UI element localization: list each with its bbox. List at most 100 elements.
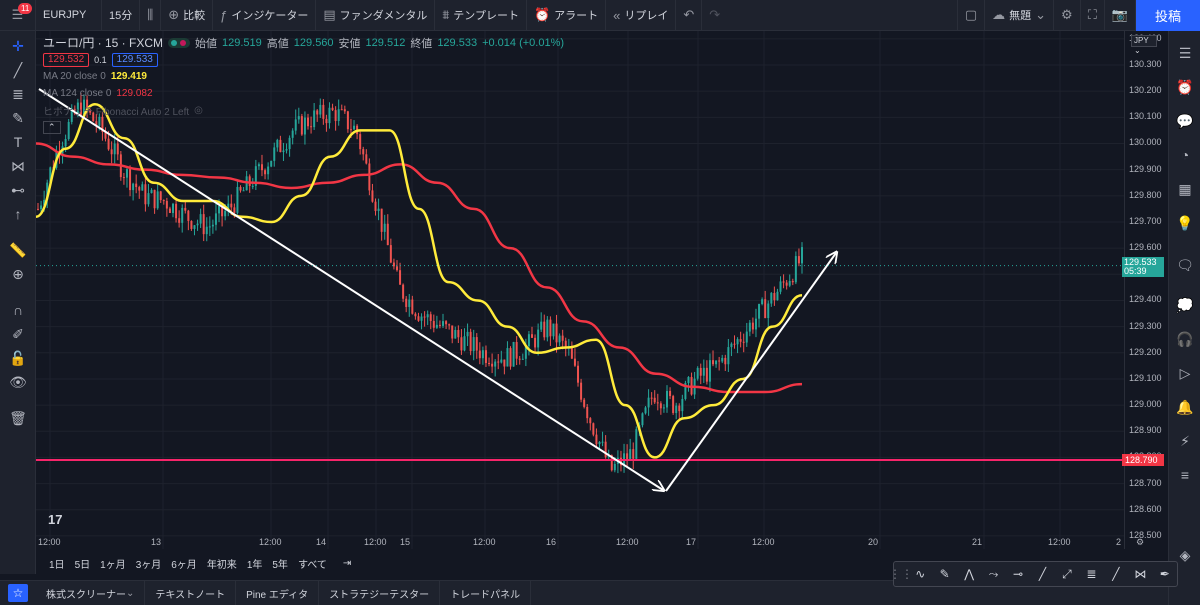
indicators-button[interactable]: ƒ インジケーター: [213, 0, 317, 31]
extended-line-icon[interactable]: ⤢: [1055, 562, 1079, 586]
redo-button[interactable]: ↷: [702, 0, 727, 31]
bottom-tab[interactable]: 株式スクリーナー ⌄: [36, 580, 146, 605]
range-5[interactable]: 年初来: [207, 556, 237, 571]
range-0[interactable]: 1日: [49, 556, 65, 571]
head-shoulders-icon[interactable]: ⋀: [957, 562, 981, 586]
bottom-tab[interactable]: テキストノート: [145, 580, 237, 605]
line-tool-icon[interactable]: ╱: [1104, 562, 1128, 586]
undo-button[interactable]: ↶: [676, 0, 703, 31]
candle-body: [791, 280, 794, 283]
fib-channel-icon[interactable]: ≣: [1079, 562, 1103, 586]
tradingview-logo[interactable]: 17: [48, 512, 62, 527]
buy-button[interactable]: 129.533: [111, 52, 158, 67]
brush-tool-icon[interactable]: ✎: [932, 562, 956, 586]
trend-line-icon[interactable]: ╱: [0, 59, 36, 81]
watchlist-icon[interactable]: ☰: [1169, 41, 1200, 65]
bottom-tab[interactable]: ストラテジーテスター: [319, 580, 441, 605]
data-window-icon[interactable]: ◔: [1169, 143, 1200, 167]
ray-icon[interactable]: ╱: [1030, 562, 1054, 586]
price-tick: 129.600: [1129, 242, 1162, 253]
play-icon[interactable]: ▷: [1169, 361, 1200, 385]
range-1[interactable]: 5日: [75, 556, 91, 571]
elliott-wave-icon[interactable]: ∿: [908, 562, 932, 586]
ma124-legend[interactable]: MA 124 close 0 129.082: [43, 85, 564, 102]
prediction-icon[interactable]: ⊷: [0, 179, 36, 201]
notifications-icon[interactable]: 🔔: [1169, 395, 1200, 419]
drag-handle-icon[interactable]: ⋮⋮: [889, 562, 913, 586]
lock-icon[interactable]: 🔓: [0, 347, 36, 369]
post-button[interactable]: 投稿: [1136, 0, 1200, 31]
horizontal-ray-icon[interactable]: ⊸: [1006, 562, 1030, 586]
object-tree-icon[interactable]: ≡: [1169, 463, 1200, 487]
trash-icon[interactable]: 🗑: [0, 407, 36, 429]
price-axis[interactable]: 130.400130.300130.200130.100130.000129.9…: [1124, 31, 1168, 549]
magnet-icon[interactable]: ∩: [0, 299, 36, 321]
chats-icon[interactable]: 💭: [1169, 293, 1200, 317]
time-axis[interactable]: 12:00 13 12:00 14 12:00 15 12:00 16 12:00 17 12:00…: [36, 535, 1144, 549]
symbol-title[interactable]: ユーロ/円 · 15 · FXCM: [43, 34, 163, 51]
sell-button[interactable]: 129.532: [43, 52, 90, 67]
snapshot-button[interactable]: 📷: [1105, 0, 1136, 31]
range-4[interactable]: 6ヶ月: [171, 556, 197, 571]
candle-body: [236, 186, 239, 213]
menu-button[interactable]: ☰ 11: [0, 0, 36, 31]
fib-retracement-icon[interactable]: ≣: [0, 83, 36, 105]
candle-body: [497, 361, 500, 363]
candle-body: [506, 348, 509, 367]
fullscreen-button[interactable]: ⛶: [1081, 0, 1105, 31]
alerts-icon[interactable]: ⏰: [1169, 75, 1200, 99]
range-7[interactable]: 5年: [272, 556, 288, 571]
arrow-up-icon[interactable]: ↑: [0, 203, 36, 225]
layout-button[interactable]: ▢: [956, 0, 986, 31]
templates-button[interactable]: ⩩ テンプレート: [435, 0, 527, 31]
pen-icon[interactable]: ✒: [1153, 562, 1177, 586]
ideas-icon[interactable]: 💡: [1169, 211, 1200, 235]
path-icon[interactable]: ⤳: [981, 562, 1005, 586]
settings-button[interactable]: ⚙: [1054, 0, 1081, 31]
compare-button[interactable]: ⊕ 比較: [161, 0, 214, 31]
xabcd-icon[interactable]: ⋈: [1128, 562, 1152, 586]
hidden-eye-icon[interactable]: ◎: [194, 105, 203, 116]
fib-legend[interactable]: ヒボナッチ Fibonacci Auto 2 Left ◎: [43, 102, 564, 119]
streams-icon[interactable]: 🎧: [1169, 327, 1200, 351]
symbol-search-button[interactable]: EURJPY: [36, 0, 102, 31]
favorites-button[interactable]: ☆: [0, 584, 36, 602]
crosshair-icon[interactable]: ✛: [0, 35, 36, 57]
range-3[interactable]: 3ヶ月: [136, 556, 162, 571]
candle-body: [150, 189, 153, 194]
range-2[interactable]: 1ヶ月: [100, 556, 126, 571]
currency-select[interactable]: JPY ⌄: [1131, 35, 1157, 55]
legend-collapse-button[interactable]: ⌃: [43, 119, 564, 136]
calendar-icon[interactable]: ▦: [1169, 177, 1200, 201]
candle-body: [211, 224, 214, 227]
messages-icon[interactable]: 🗨: [1169, 253, 1200, 277]
range-8[interactable]: すべて: [298, 556, 327, 571]
range-6[interactable]: 1年: [247, 556, 263, 571]
chat-icon[interactable]: 💬: [1169, 109, 1200, 133]
alert-button[interactable]: ⏰ アラート: [527, 0, 607, 31]
candle-body: [230, 203, 233, 208]
eye-icon[interactable]: 👁: [0, 371, 36, 393]
candle-body: [724, 357, 727, 365]
chart-type-button[interactable]: ⫼: [140, 0, 162, 31]
candle-body: [116, 143, 119, 155]
text-icon[interactable]: T: [0, 131, 36, 153]
lock-drawing-icon[interactable]: ✐: [0, 323, 36, 345]
candle-body: [687, 376, 690, 384]
bottom-tab[interactable]: トレードパネル: [440, 580, 532, 605]
save-layout-button[interactable]: ☁ 無題 ⌄: [985, 0, 1055, 31]
hotlists-icon[interactable]: ⚡: [1169, 429, 1200, 453]
pattern-icon[interactable]: ⋈: [0, 155, 36, 177]
candle-body: [242, 190, 245, 192]
interval-button[interactable]: 15分: [102, 0, 141, 31]
candle-body: [454, 329, 457, 339]
ruler-icon[interactable]: 📏: [0, 239, 36, 261]
zoom-in-icon[interactable]: ⊕: [0, 263, 36, 285]
replay-button[interactable]: «リプレイ: [606, 0, 677, 31]
fundamentals-button[interactable]: ▤ ファンダメンタル: [316, 0, 436, 31]
ma20-legend[interactable]: MA 20 close 0 129.419: [43, 68, 564, 85]
brush-icon[interactable]: ✎: [0, 107, 36, 129]
goto-date-icon[interactable]: ⇥: [343, 558, 351, 569]
bottom-tab[interactable]: Pine エディタ: [236, 580, 320, 605]
axis-settings-icon[interactable]: ⚙: [1136, 537, 1144, 548]
